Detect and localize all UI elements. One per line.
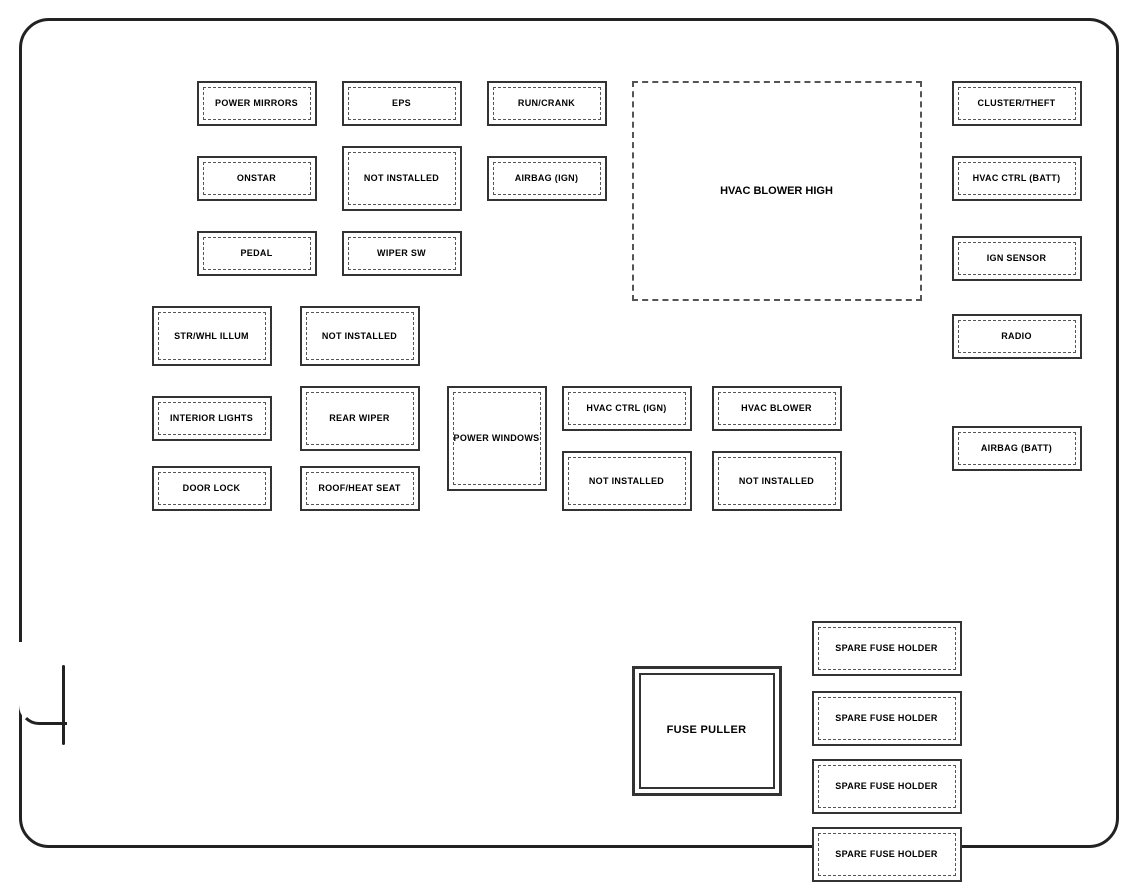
- fuse-box-container: POWER MIRRORS EPS RUN/CRANK CLUSTER/THEF…: [19, 18, 1119, 848]
- fuse-spare-2: SPARE FUSE HOLDER: [812, 691, 962, 746]
- fuse-pedal: PEDAL: [197, 231, 317, 276]
- fuse-cluster-theft: CLUSTER/THEFT: [952, 81, 1082, 126]
- fuse-puller: FUSE PULLER: [632, 666, 782, 796]
- fuse-power-mirrors: POWER MIRRORS: [197, 81, 317, 126]
- fuse-not-installed-3: NOT INSTALLED: [562, 451, 692, 511]
- fuse-door-lock: DOOR LOCK: [152, 466, 272, 511]
- fuse-wiper-sw: WIPER SW: [342, 231, 462, 276]
- fuse-airbag-batt: AIRBAG (BATT): [952, 426, 1082, 471]
- fuse-roof-heat-seat: ROOF/HEAT SEAT: [300, 466, 420, 511]
- fuse-hvac-blower: HVAC BLOWER: [712, 386, 842, 431]
- fuse-box-diagram: POWER MIRRORS EPS RUN/CRANK CLUSTER/THEF…: [52, 51, 1086, 815]
- fuse-hvac-ctrl-ign: HVAC CTRL (IGN): [562, 386, 692, 431]
- fuse-hvac-ctrl-batt: HVAC CTRL (BATT): [952, 156, 1082, 201]
- fuse-onstar: ONSTAR: [197, 156, 317, 201]
- fuse-ign-sensor: IGN SENSOR: [952, 236, 1082, 281]
- fuse-str-whl-illum: STR/WHL ILLUM: [152, 306, 272, 366]
- fuse-radio: RADIO: [952, 314, 1082, 359]
- fuse-not-installed-1: NOT INSTALLED: [342, 146, 462, 211]
- fuse-spare-1: SPARE FUSE HOLDER: [812, 621, 962, 676]
- fuse-interior-lights: INTERIOR LIGHTS: [152, 396, 272, 441]
- fuse-rear-wiper: REAR WIPER: [300, 386, 420, 451]
- fuse-eps: EPS: [342, 81, 462, 126]
- fuse-not-installed-4: NOT INSTALLED: [712, 451, 842, 511]
- fuse-hvac-blower-high: HVAC BLOWER HIGH: [632, 81, 922, 301]
- fuse-not-installed-2: NOT INSTALLED: [300, 306, 420, 366]
- fuse-spare-4: SPARE FUSE HOLDER: [812, 827, 962, 882]
- fuse-run-crank: RUN/CRANK: [487, 81, 607, 126]
- fuse-airbag-ign: AIRBAG (IGN): [487, 156, 607, 201]
- fuse-spare-3: SPARE FUSE HOLDER: [812, 759, 962, 814]
- fuse-power-windows: POWER WINDOWS: [447, 386, 547, 491]
